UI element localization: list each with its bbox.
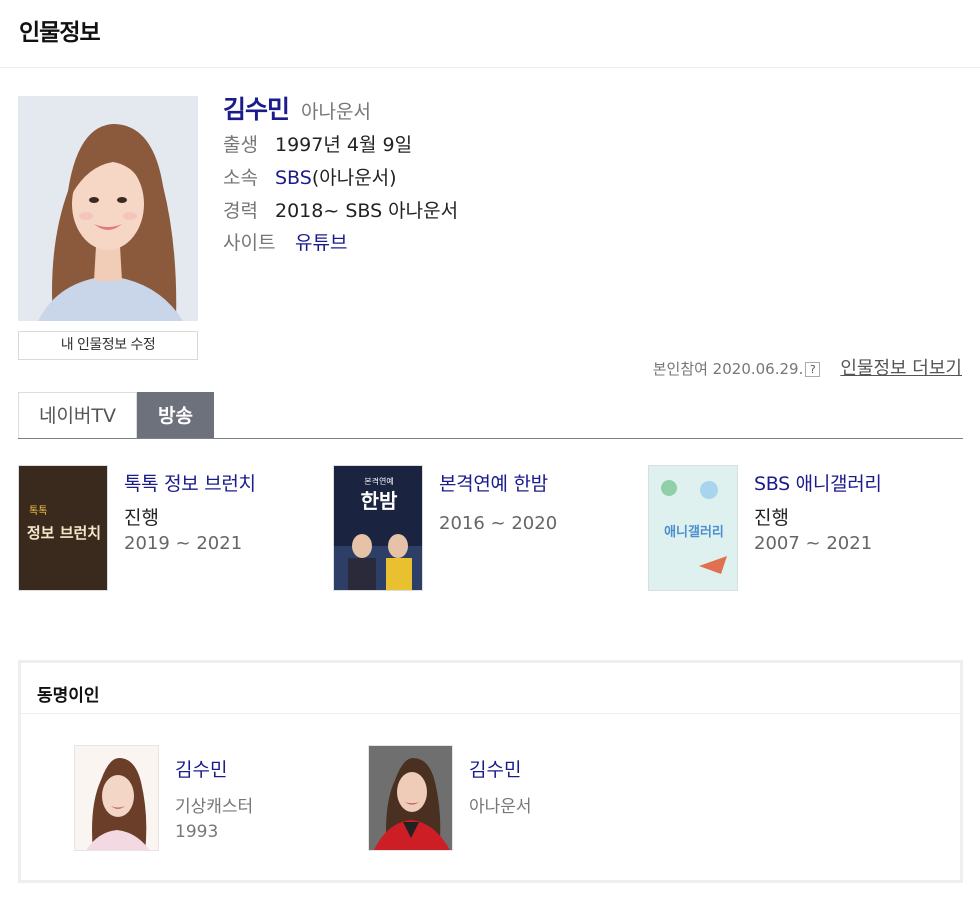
page-header: 인물정보 <box>0 0 980 68</box>
show-years: 2007 ~ 2021 <box>754 533 873 554</box>
person-name[interactable]: 김수민 <box>469 755 521 782</box>
agency-label: 소속 <box>223 167 258 189</box>
show-title[interactable]: SBS 애니갤러리 <box>754 469 882 496</box>
poster-badge: 본격연예 <box>364 476 393 486</box>
show-years: 2019 ~ 2021 <box>124 533 243 554</box>
site-row: 사이트 유튜브 <box>223 228 347 255</box>
agency-value: (아나운서) <box>311 167 397 189</box>
career-label: 경력 <box>223 200 258 222</box>
participation-meta: 본인참여 2020.06.29.? 인물정보 더보기 <box>653 354 962 380</box>
show-poster[interactable]: 본격연예 한밤 <box>333 465 423 591</box>
profile-name[interactable]: 김수민 <box>223 95 290 124</box>
profile-job: 아나운서 <box>301 101 371 123</box>
poster-text: 애니갤러리 <box>664 524 724 540</box>
show-role: 진행 <box>754 507 789 529</box>
namesake-divider <box>21 713 960 714</box>
show-title[interactable]: 본격연예 한밤 <box>439 469 548 496</box>
show-years: 2016 ~ 2020 <box>439 513 558 534</box>
page-title: 인물정보 <box>19 20 101 46</box>
profile-photo <box>18 96 198 321</box>
help-icon[interactable]: ? <box>805 362 821 377</box>
career-row: 경력 2018~ SBS 아나운서 <box>223 196 458 223</box>
namesake-section: 동명이인 김수민 기상캐스터 1993 김수민 아나운서 <box>18 660 963 883</box>
site-label: 사이트 <box>223 232 276 254</box>
agency-row: 소속 SBS(아나운서) <box>223 163 397 190</box>
agency-link[interactable]: SBS <box>275 167 312 189</box>
person-job: 기상캐스터 <box>175 797 254 817</box>
poster-text: 정보 브런치 <box>27 524 101 542</box>
birth-label: 출생 <box>223 134 258 156</box>
career-value: 2018~ SBS 아나운서 <box>275 200 459 222</box>
person-photo[interactable] <box>368 745 453 851</box>
birth-row: 출생 1997년 4월 9일 <box>223 130 412 157</box>
person-year: 1993 <box>175 822 219 842</box>
person-name[interactable]: 김수민 <box>175 755 227 782</box>
show-role: 진행 <box>124 507 159 529</box>
poster-badge: 톡톡 <box>29 505 47 517</box>
show-poster[interactable]: 애니갤러리 <box>648 465 738 591</box>
tab-broadcast[interactable]: 방송 <box>137 392 214 438</box>
person-photo[interactable] <box>74 745 159 851</box>
show-poster[interactable]: 톡톡 정보 브런치 <box>18 465 108 591</box>
poster-text: 한밤 <box>361 489 398 513</box>
edit-profile-button[interactable]: 내 인물정보 수정 <box>18 331 198 360</box>
tab-navertv[interactable]: 네이버TV <box>18 392 137 438</box>
namesake-title: 동명이인 <box>37 686 100 706</box>
youtube-link[interactable]: 유튜브 <box>295 232 347 254</box>
more-info-link[interactable]: 인물정보 더보기 <box>840 358 962 379</box>
birth-value: 1997년 4월 9일 <box>275 134 413 156</box>
show-title[interactable]: 톡톡 정보 브런치 <box>124 469 256 496</box>
tab-bar: 네이버TV 방송 <box>18 392 963 439</box>
name-row: 김수민 아나운서 <box>223 90 371 126</box>
participation-date: 본인참여 2020.06.29. <box>652 360 804 378</box>
person-job: 아나운서 <box>469 797 532 817</box>
